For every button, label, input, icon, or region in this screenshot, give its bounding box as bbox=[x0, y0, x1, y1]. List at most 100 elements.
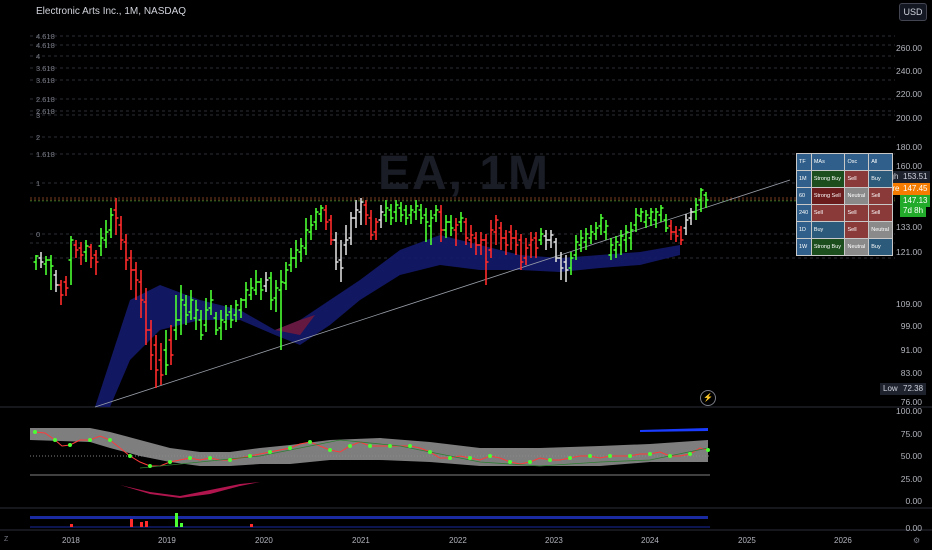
oscillator-dot bbox=[188, 456, 192, 460]
chart-canvas[interactable] bbox=[0, 0, 932, 550]
oscillator-dot bbox=[528, 460, 532, 464]
tf-cell: 1D bbox=[796, 221, 812, 239]
oscillator-dot bbox=[588, 454, 592, 458]
oscillator-axis-label: 75.00 bbox=[900, 429, 922, 439]
oscillator-dot bbox=[368, 444, 372, 448]
table-row: 1W Strong Buy Neutral Buy bbox=[796, 238, 893, 256]
oscillator-dot bbox=[68, 443, 72, 447]
oscillator-dot bbox=[688, 452, 692, 456]
table-row: 1D Buy Sell Neutral bbox=[796, 221, 893, 239]
technical-rating-table: TF MAs Osc All 1M Strong Buy Sell Buy 60… bbox=[796, 153, 893, 256]
table-header-row: TF MAs Osc All bbox=[796, 153, 893, 171]
timezone-icon[interactable]: Z bbox=[4, 536, 8, 543]
low-tag-label: Low bbox=[880, 383, 901, 395]
oscillator-axis-label: 50.00 bbox=[900, 451, 922, 461]
price-axis-label: 99.00 bbox=[900, 321, 922, 331]
currency-button[interactable]: USD bbox=[899, 3, 927, 21]
oscillator-dot bbox=[388, 444, 392, 448]
osc-cell: Neutral bbox=[844, 187, 870, 205]
symbol-watermark: EA, 1M bbox=[378, 147, 551, 200]
oscillator-dot bbox=[128, 454, 132, 458]
fib-level-label: 0 bbox=[36, 230, 41, 239]
mas-cell: Sell bbox=[810, 204, 846, 222]
oscillator-dot bbox=[33, 430, 37, 434]
price-axis-label: 109.00 bbox=[896, 299, 922, 309]
oscillator-dot bbox=[148, 464, 152, 468]
osc-cell: Neutral bbox=[844, 238, 870, 256]
time-axis-label: 2024 bbox=[641, 536, 659, 545]
osc-cell: Sell bbox=[844, 221, 870, 239]
tf-cell: 1W bbox=[796, 238, 812, 256]
oscillator-dot bbox=[328, 448, 332, 452]
oscillator-dot bbox=[288, 446, 292, 450]
oscillator-dot bbox=[706, 448, 710, 452]
volume-bar bbox=[250, 524, 253, 527]
oscillator-dot bbox=[248, 454, 252, 458]
fib-level-label: 4.618 bbox=[36, 41, 55, 50]
oscillator-dot bbox=[108, 438, 112, 442]
time-axis-label: 2022 bbox=[449, 536, 467, 545]
price-axis-label: 91.00 bbox=[900, 345, 922, 355]
fib-level-label: 4.618 bbox=[36, 32, 55, 41]
table-header-cell: TF bbox=[796, 153, 812, 171]
time-axis-label: 2026 bbox=[834, 536, 852, 545]
price-axis-label: 240.00 bbox=[896, 66, 922, 76]
volume-axis-label: 0.00 bbox=[905, 523, 922, 533]
all-cell: Neutral bbox=[868, 221, 893, 239]
all-cell: Buy bbox=[868, 238, 893, 256]
tf-cell: 60 bbox=[796, 187, 812, 205]
histogram-negative bbox=[120, 482, 260, 498]
time-axis-label: 2020 bbox=[255, 536, 273, 545]
bolt-icon[interactable]: ⚡ bbox=[700, 390, 716, 406]
oscillator-dot bbox=[268, 450, 272, 454]
volume-band bbox=[30, 516, 708, 519]
oscillator-dot bbox=[488, 454, 492, 458]
price-axis-label: 260.00 bbox=[896, 43, 922, 53]
all-cell: Sell bbox=[868, 187, 893, 205]
volume-bar bbox=[180, 523, 183, 527]
volume-bar bbox=[70, 524, 73, 527]
time-axis-label: 2018 bbox=[62, 536, 80, 545]
high-tag-value: 153.51 bbox=[900, 171, 931, 183]
oscillator-dot bbox=[448, 456, 452, 460]
mas-cell: Strong Buy bbox=[810, 238, 846, 256]
mas-cell: Strong Buy bbox=[810, 170, 846, 188]
mas-cell: Strong Sell bbox=[810, 187, 846, 205]
all-cell: Buy bbox=[868, 170, 893, 188]
bar-countdown: 7d 8h bbox=[900, 205, 927, 217]
oscillator-dot bbox=[568, 456, 572, 460]
price-axis-label: 83.00 bbox=[900, 368, 922, 378]
oscillator-dot bbox=[468, 456, 472, 460]
table-header-cell: MAs bbox=[810, 153, 846, 171]
price-axis-label: 160.00 bbox=[896, 161, 922, 171]
time-axis-label: 2025 bbox=[738, 536, 756, 545]
table-header-cell: Osc bbox=[844, 153, 870, 171]
oscillator-dot bbox=[628, 454, 632, 458]
oscillator-dot bbox=[548, 458, 552, 462]
oscillator-dot bbox=[608, 454, 612, 458]
all-cell: Sell bbox=[868, 204, 893, 222]
oscillator-dot bbox=[408, 444, 412, 448]
oscillator-dot bbox=[428, 450, 432, 454]
oscillator-dot bbox=[228, 458, 232, 462]
table-row: 60 Strong Sell Neutral Sell bbox=[796, 187, 893, 205]
low-tag-value: 72.38 bbox=[900, 383, 927, 395]
symbol-title[interactable]: Electronic Arts Inc., 1M, NASDAQ bbox=[36, 6, 186, 17]
time-axis-label: 2023 bbox=[545, 536, 563, 545]
oscillator-dot bbox=[348, 444, 352, 448]
price-axis-label: 180.00 bbox=[896, 142, 922, 152]
fib-level-label: 1.618 bbox=[36, 150, 55, 159]
osc-cell: Sell bbox=[844, 204, 870, 222]
price-axis-label: 200.00 bbox=[896, 113, 922, 123]
table-header-cell: All bbox=[868, 153, 893, 171]
time-axis-label: 2021 bbox=[352, 536, 370, 545]
volume-bar bbox=[145, 521, 148, 527]
tf-cell: 1M bbox=[796, 170, 812, 188]
oscillator-dot bbox=[168, 460, 172, 464]
fib-level-label: 2 bbox=[36, 133, 41, 142]
fib-level-label: 2.618 bbox=[36, 95, 55, 104]
settings-gear-icon[interactable]: ⚙ bbox=[913, 536, 920, 545]
ichimoku-cloud bbox=[95, 235, 680, 407]
fib-level-label: 4 bbox=[36, 52, 41, 61]
oscillator-dot bbox=[668, 454, 672, 458]
